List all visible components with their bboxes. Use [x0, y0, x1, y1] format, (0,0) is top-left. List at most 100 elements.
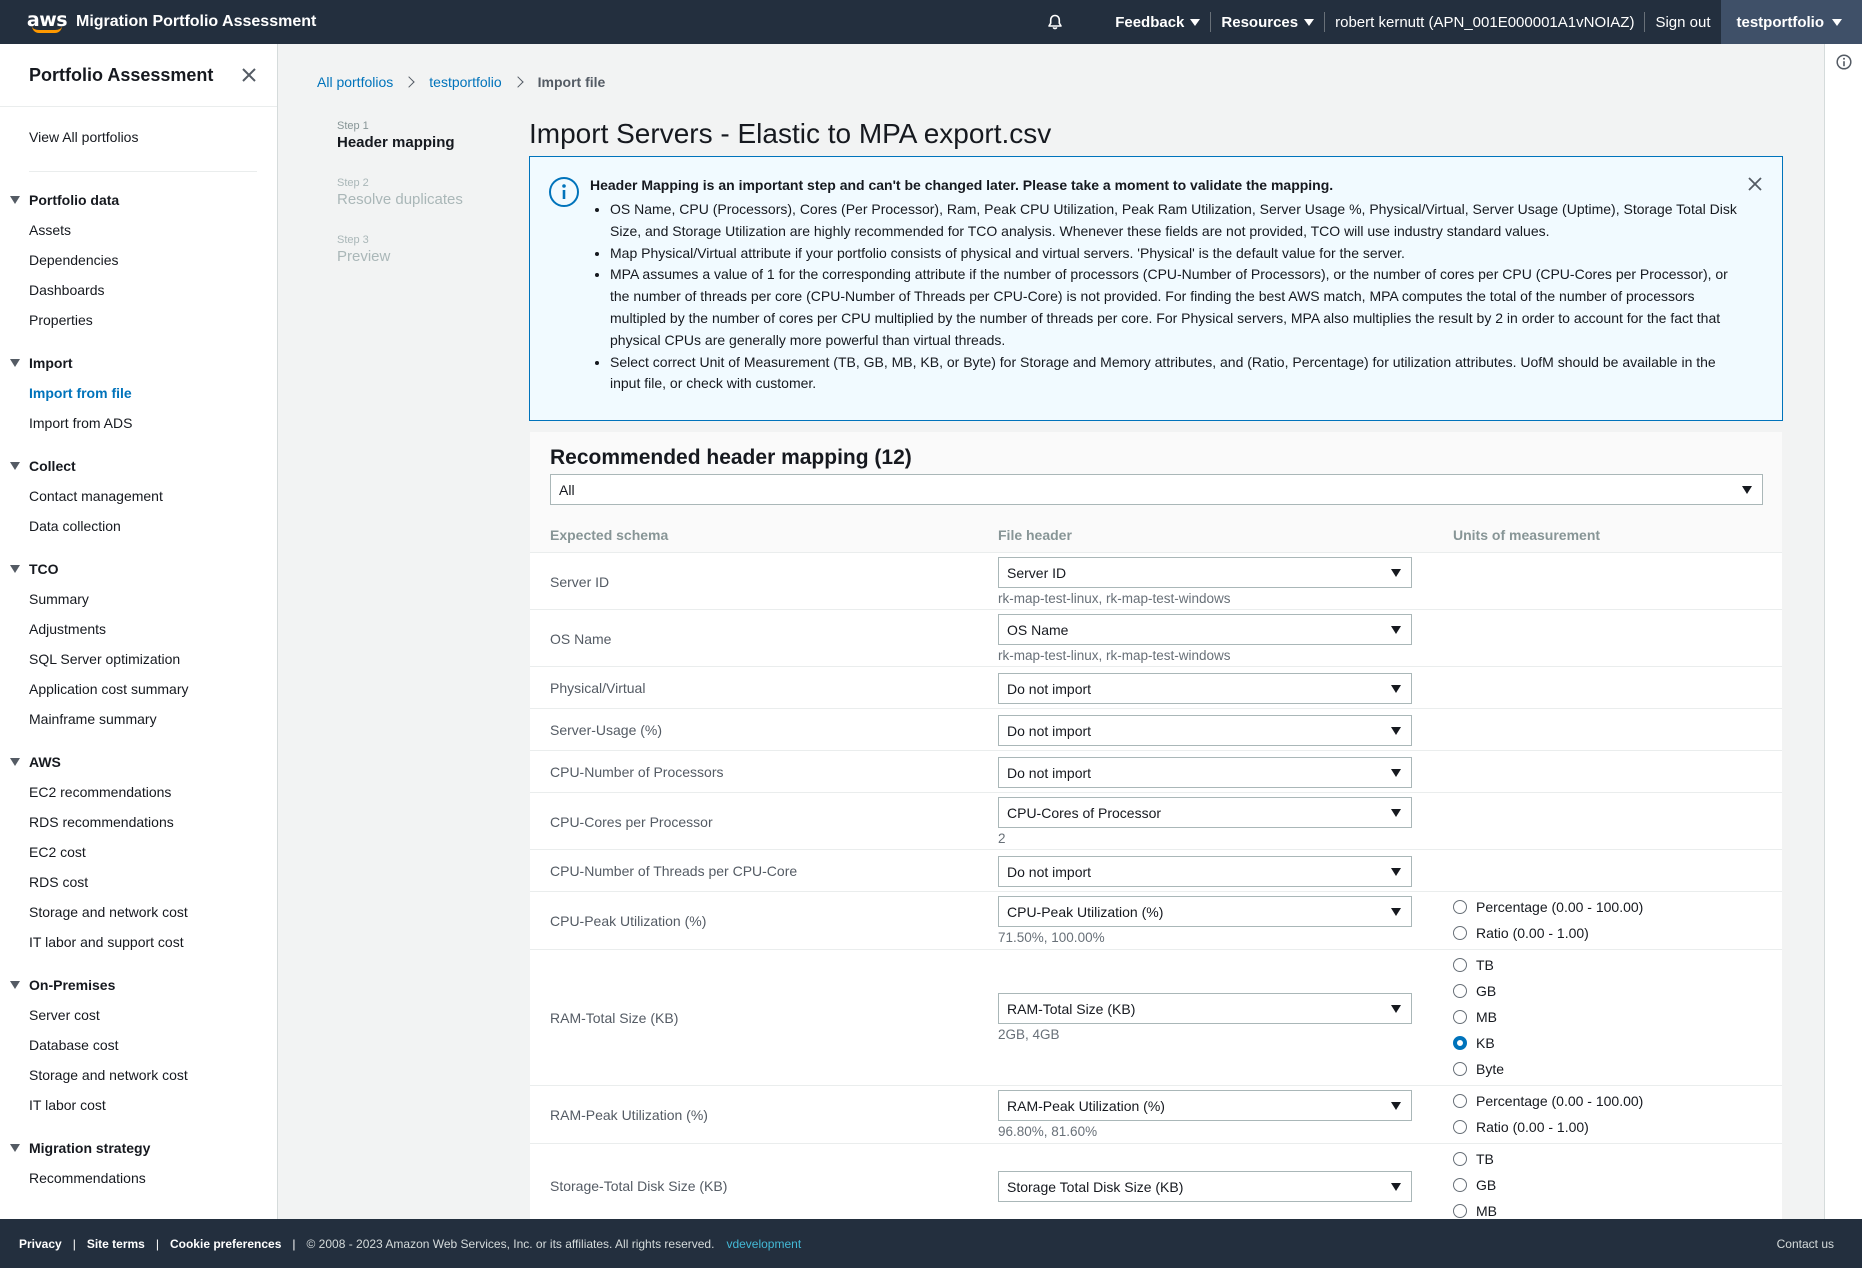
- privacy-link[interactable]: Privacy: [19, 1237, 62, 1251]
- sidebar-section-toggle[interactable]: Portfolio data: [0, 185, 277, 215]
- unit-option-ratio-0-00-1-00[interactable]: Ratio (0.00 - 1.00): [1453, 920, 1643, 946]
- sidebar-item-ec2-recommendations[interactable]: EC2 recommendations: [0, 777, 277, 807]
- info-icon[interactable]: [1836, 54, 1852, 73]
- mapping-row: CPU-Cores per Processor CPU-Cores of Proc…: [530, 792, 1782, 849]
- unit-option-ratio-0-00-1-00[interactable]: Ratio (0.00 - 1.00): [1453, 1114, 1643, 1140]
- alert-bullet: Map Physical/Virtual attribute if your p…: [610, 243, 1740, 265]
- divider: [29, 171, 257, 172]
- unit-option-mb[interactable]: MB: [1453, 1004, 1504, 1030]
- mapping-filter-select[interactable]: All: [550, 474, 1763, 505]
- radio-button[interactable]: [1453, 900, 1467, 914]
- sidebar-section-on-premises: On-Premises Server cost Database cost Stora…: [0, 970, 277, 1120]
- unit-label: TB: [1476, 1151, 1494, 1167]
- sidebar-item-sql-server-optimization[interactable]: SQL Server optimization: [0, 644, 277, 674]
- radio-button[interactable]: [1453, 958, 1467, 972]
- close-icon[interactable]: [241, 67, 257, 83]
- sidebar-item-storage-and-network-cost[interactable]: Storage and network cost: [0, 897, 277, 927]
- divider: |: [155, 1236, 159, 1251]
- radio-button[interactable]: [1453, 984, 1467, 998]
- radio-button[interactable]: [1453, 926, 1467, 940]
- file-header-select[interactable]: Do not import: [998, 715, 1412, 746]
- unit-option-tb[interactable]: TB: [1453, 1146, 1497, 1172]
- breadcrumb-all-portfolios[interactable]: All portfolios: [317, 74, 393, 90]
- sidebar-item-assets[interactable]: Assets: [0, 215, 277, 245]
- close-icon[interactable]: [1748, 177, 1762, 194]
- file-header-select[interactable]: CPU-Cores of Processor: [998, 797, 1412, 828]
- sidebar-item-storage-and-network-cost[interactable]: Storage and network cost: [0, 1060, 277, 1090]
- unit-option-percentage-0-00-100-00[interactable]: Percentage (0.00 - 100.00): [1453, 894, 1643, 920]
- file-header-select[interactable]: RAM-Total Size (KB): [998, 993, 1412, 1024]
- unit-option-percentage-0-00-100-00[interactable]: Percentage (0.00 - 100.00): [1453, 1088, 1643, 1114]
- sidebar-item-dependencies[interactable]: Dependencies: [0, 245, 277, 275]
- sidebar-item-it-labor-and-support-cost[interactable]: IT labor and support cost: [0, 927, 277, 957]
- radio-button[interactable]: [1453, 1178, 1467, 1192]
- column-header-units: Units of measurement: [1453, 527, 1601, 543]
- unit-option-gb[interactable]: GB: [1453, 978, 1504, 1004]
- notifications-bell-icon[interactable]: [1045, 12, 1065, 32]
- radio-button[interactable]: [1453, 1062, 1467, 1076]
- unit-option-mb[interactable]: MB: [1453, 1198, 1497, 1219]
- file-header-select[interactable]: Do not import: [998, 757, 1412, 788]
- file-header-select[interactable]: Storage Total Disk Size (KB): [998, 1171, 1412, 1202]
- file-header-select[interactable]: Do not import: [998, 856, 1412, 887]
- sidebar-item-contact-management[interactable]: Contact management: [0, 481, 277, 511]
- sidebar-item-recommendations[interactable]: Recommendations: [0, 1163, 277, 1193]
- file-header-select[interactable]: Do not import: [998, 673, 1412, 704]
- view-all-portfolios-link[interactable]: View All portfolios: [0, 129, 277, 151]
- sidebar-section-toggle[interactable]: Collect: [0, 451, 277, 481]
- chevron-right-icon: [511, 76, 524, 88]
- sidebar-item-data-collection[interactable]: Data collection: [0, 511, 277, 541]
- sidebar-item-import-from-file[interactable]: Import from file: [0, 378, 277, 408]
- radio-button[interactable]: [1453, 1152, 1467, 1166]
- sidebar-item-rds-recommendations[interactable]: RDS recommendations: [0, 807, 277, 837]
- cookie-preferences-link[interactable]: Cookie preferences: [170, 1237, 281, 1251]
- sidebar-item-server-cost[interactable]: Server cost: [0, 1000, 277, 1030]
- unit-option-tb[interactable]: TB: [1453, 952, 1504, 978]
- expected-schema-label: CPU-Peak Utilization (%): [550, 913, 707, 929]
- sidebar-section-toggle[interactable]: AWS: [0, 747, 277, 777]
- unit-option-byte[interactable]: Byte: [1453, 1056, 1504, 1082]
- app-title[interactable]: Migration Portfolio Assessment: [76, 13, 316, 31]
- expected-schema-label: CPU-Number of Threads per CPU-Core: [550, 863, 798, 879]
- unit-option-gb[interactable]: GB: [1453, 1172, 1497, 1198]
- sidebar-item-summary[interactable]: Summary: [0, 584, 277, 614]
- sidebar-section-toggle[interactable]: TCO: [0, 554, 277, 584]
- sign-out-link[interactable]: Sign out: [1645, 12, 1720, 32]
- sidebar-item-properties[interactable]: Properties: [0, 305, 277, 335]
- unit-option-kb[interactable]: KB: [1453, 1030, 1504, 1056]
- expected-schema-label: RAM-Total Size (KB): [550, 1010, 679, 1026]
- caret-down-icon: [1391, 727, 1401, 735]
- feedback-menu[interactable]: Feedback: [1105, 12, 1210, 32]
- sidebar-item-dashboards[interactable]: Dashboards: [0, 275, 277, 305]
- radio-button[interactable]: [1453, 1094, 1467, 1108]
- mapping-row: Storage-Total Disk Size (KB) Storage Tota…: [530, 1143, 1782, 1219]
- portfolio-switcher[interactable]: testportfolio: [1720, 0, 1862, 44]
- site-terms-link[interactable]: Site terms: [87, 1237, 145, 1251]
- sidebar-item-it-labor-cost[interactable]: IT labor cost: [0, 1090, 277, 1120]
- sidebar-item-mainframe-summary[interactable]: Mainframe summary: [0, 704, 277, 734]
- sidebar-section-toggle[interactable]: Migration strategy: [0, 1133, 277, 1163]
- units-radio-group: TB GB MB: [1453, 1146, 1497, 1219]
- sidebar-item-database-cost[interactable]: Database cost: [0, 1030, 277, 1060]
- contact-us-link[interactable]: Contact us: [1777, 1237, 1834, 1251]
- sidebar-item-adjustments[interactable]: Adjustments: [0, 614, 277, 644]
- sidebar-section-toggle[interactable]: On-Premises: [0, 970, 277, 1000]
- sidebar-item-application-cost-summary[interactable]: Application cost summary: [0, 674, 277, 704]
- environment-label: vdevelopment: [726, 1236, 802, 1251]
- file-header-select[interactable]: CPU-Peak Utilization (%): [998, 896, 1412, 927]
- resources-menu[interactable]: Resources: [1211, 12, 1324, 32]
- sidebar-item-import-from-ads[interactable]: Import from ADS: [0, 408, 277, 438]
- sidebar-section-toggle[interactable]: Import: [0, 348, 277, 378]
- file-header-select[interactable]: OS Name: [998, 614, 1412, 645]
- aws-logo[interactable]: aws: [27, 10, 68, 33]
- sidebar-item-rds-cost[interactable]: RDS cost: [0, 867, 277, 897]
- radio-button[interactable]: [1453, 1036, 1467, 1050]
- radio-button[interactable]: [1453, 1204, 1467, 1218]
- breadcrumb-testportfolio[interactable]: testportfolio: [429, 74, 501, 90]
- file-header-select[interactable]: Server ID: [998, 557, 1412, 588]
- sidebar-item-ec2-cost[interactable]: EC2 cost: [0, 837, 277, 867]
- file-header-select[interactable]: RAM-Peak Utilization (%): [998, 1090, 1412, 1121]
- radio-button[interactable]: [1453, 1120, 1467, 1134]
- radio-button[interactable]: [1453, 1010, 1467, 1024]
- step-header-mapping[interactable]: Step 1 Header mapping: [337, 120, 497, 151]
